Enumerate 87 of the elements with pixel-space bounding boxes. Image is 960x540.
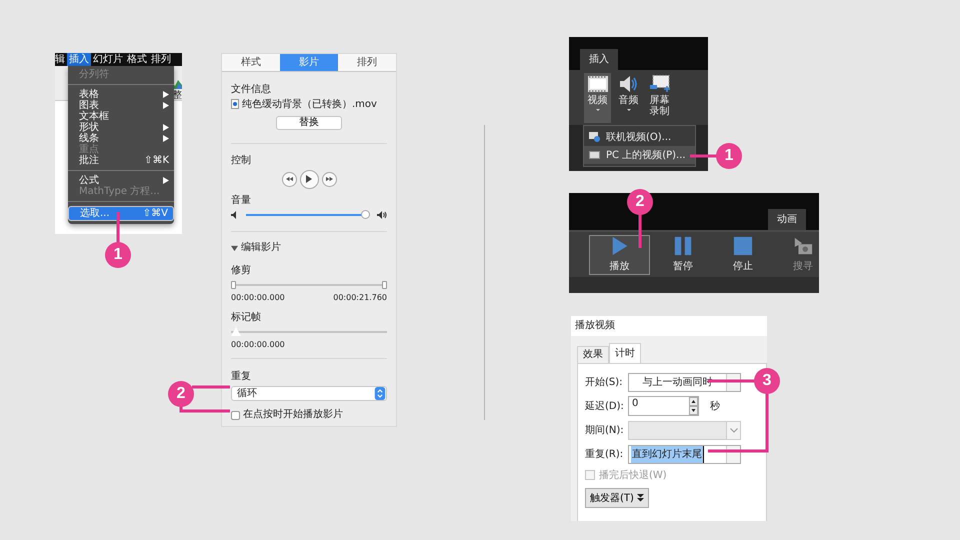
step-number-badge: 1: [105, 242, 131, 268]
field-label: 期间(N):: [585, 424, 625, 437]
unit-label: 秒: [710, 400, 720, 413]
ribbon-button[interactable]: 播放: [589, 234, 650, 274]
time-label: 00:00:00.000: [231, 339, 285, 351]
repeat-select[interactable]: 循环: [231, 386, 387, 401]
movie-file-icon: [231, 98, 239, 108]
ribbon-button[interactable]: 暂停: [656, 234, 710, 274]
fast-forward-icon: [326, 176, 332, 182]
menu-item[interactable]: 表格: [68, 89, 174, 100]
rewind-button[interactable]: [282, 172, 296, 186]
file-name: 纯色缓动背景（已转换）.mov: [242, 98, 377, 110]
menu-item[interactable]: 线条: [68, 133, 174, 144]
video-file-icon: [589, 150, 600, 160]
leader-line: [690, 154, 718, 158]
field-label: 标记帧: [231, 312, 261, 324]
trim-slider[interactable]: [231, 279, 387, 291]
section-heading: 编辑影片: [241, 242, 281, 254]
tab[interactable]: 排列: [338, 54, 396, 71]
pause-icon: [673, 236, 693, 256]
double-caret-icon: [636, 494, 644, 502]
ribbon-button[interactable]: 停止: [716, 234, 770, 274]
step-number-badge: 2: [168, 381, 194, 407]
checkbox[interactable]: [231, 410, 240, 420]
stop-icon: [733, 236, 753, 256]
field-label: 延迟(D):: [585, 400, 625, 413]
speaker-icon: [618, 75, 638, 93]
menu-item[interactable]: PC 上的视频(P)...: [584, 146, 695, 164]
menu-item[interactable]: 批注 ⇧⌘K: [68, 155, 174, 166]
menu-item[interactable]: 选取... ⇧⌘V: [68, 206, 174, 221]
leader-line: [179, 405, 230, 413]
leader-line: [638, 213, 642, 248]
film-icon: [588, 75, 608, 93]
speaker-high-icon: [377, 211, 387, 219]
section-heading: 控制: [231, 155, 251, 167]
ribbon-button[interactable]: 视频: [584, 73, 611, 123]
step-number-badge: 3: [754, 368, 780, 394]
field-label: 重复: [231, 371, 251, 383]
ribbon-tab[interactable]: 插入: [580, 49, 618, 70]
trigger-button[interactable]: 触发器(T): [585, 488, 649, 508]
speaker-low-icon: [231, 211, 239, 219]
menu-item[interactable]: 联机视频(O)...: [584, 128, 695, 146]
play-icon: [610, 236, 630, 256]
tab[interactable]: 样式: [222, 54, 280, 71]
window-title: 播放视频: [575, 320, 615, 331]
checkbox-label: 播完后快退(W): [599, 468, 667, 482]
menu-bar-item[interactable]: 格式: [125, 53, 149, 66]
menu-item[interactable]: 形状: [68, 122, 174, 133]
step-number-badge: 1: [716, 143, 742, 169]
play-icon: [306, 175, 312, 183]
spinner-arrows-icon[interactable]: [689, 397, 698, 415]
tab[interactable]: 效果: [577, 346, 609, 363]
menu-bar-item[interactable]: 幻灯片: [91, 53, 125, 66]
tab[interactable]: 计时: [609, 343, 641, 363]
ribbon-button[interactable]: 音频: [615, 73, 642, 123]
play-button[interactable]: [300, 170, 318, 188]
stepper-icon: [374, 387, 386, 400]
section-heading: 文件信息: [231, 84, 271, 96]
section-heading: 音量: [231, 195, 251, 207]
checkbox-label: 在点按时开始播放影片: [243, 409, 343, 421]
field-label: 重复(R):: [585, 448, 624, 461]
fast-forward-button[interactable]: [322, 172, 336, 186]
time-label: 00:00:21.760: [333, 292, 387, 304]
leader-line: [706, 392, 769, 454]
ribbon-button[interactable]: 屏幕录制: [646, 73, 673, 123]
screen-record-icon: [650, 75, 670, 93]
field-label: 开始(S):: [585, 376, 624, 389]
leader-line: [116, 212, 120, 243]
online-video-icon: [589, 132, 600, 142]
poster-frame-slider[interactable]: [231, 326, 387, 338]
number-field[interactable]: 0: [628, 396, 699, 416]
menu-item[interactable]: 文本框: [68, 111, 174, 122]
chevron-down-icon: [730, 428, 738, 432]
menu-bar-item[interactable]: 辑: [55, 53, 67, 66]
camera-icon: [793, 236, 813, 256]
replace-button[interactable]: 替换: [276, 116, 342, 130]
field-label: 修剪: [231, 265, 251, 277]
menu-item[interactable]: 公式: [68, 175, 174, 186]
combo-box[interactable]: 直到幻灯片末尾: [628, 444, 741, 464]
menu-bar-item[interactable]: 排列: [149, 53, 173, 66]
time-label: 00:00:00.000: [231, 292, 285, 304]
menu-bar-item[interactable]: 插入: [67, 53, 91, 66]
disclosure-triangle-icon[interactable]: [231, 244, 238, 252]
rewind-icon: [286, 176, 292, 182]
leader-line: [192, 385, 230, 389]
menu-item[interactable]: 图表: [68, 100, 174, 111]
ribbon-tab[interactable]: 动画: [768, 209, 806, 230]
